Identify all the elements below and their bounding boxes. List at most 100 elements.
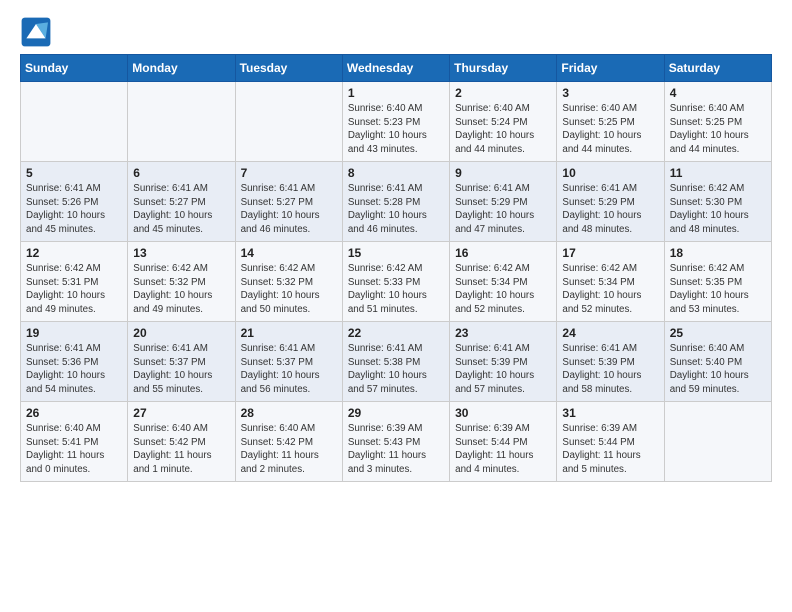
weekday-header-friday: Friday xyxy=(557,55,664,82)
day-number: 25 xyxy=(670,326,766,340)
calendar-cell: 8 Sunrise: 6:41 AM Sunset: 5:28 PM Daylig… xyxy=(342,162,449,242)
day-info: Sunrise: 6:41 AM Sunset: 5:27 PM Dayligh… xyxy=(133,182,229,237)
calendar-cell: 14 Sunrise: 6:42 AM Sunset: 5:32 PM Dayli… xyxy=(235,242,342,322)
day-number: 29 xyxy=(348,406,444,420)
day-number: 7 xyxy=(241,166,337,180)
weekday-row: SundayMondayTuesdayWednesdayThursdayFrid… xyxy=(21,55,772,82)
logo-icon xyxy=(20,16,52,48)
day-info: Sunrise: 6:41 AM Sunset: 5:39 PM Dayligh… xyxy=(455,342,551,397)
calendar-cell: 15 Sunrise: 6:42 AM Sunset: 5:33 PM Dayli… xyxy=(342,242,449,322)
day-number: 12 xyxy=(26,246,122,260)
calendar-cell: 21 Sunrise: 6:41 AM Sunset: 5:37 PM Dayli… xyxy=(235,322,342,402)
day-info: Sunrise: 6:42 AM Sunset: 5:35 PM Dayligh… xyxy=(670,262,766,317)
calendar-cell xyxy=(235,82,342,162)
calendar-week-4: 26 Sunrise: 6:40 AM Sunset: 5:41 PM Dayli… xyxy=(21,402,772,482)
calendar-cell: 5 Sunrise: 6:41 AM Sunset: 5:26 PM Daylig… xyxy=(21,162,128,242)
day-number: 17 xyxy=(562,246,658,260)
calendar-cell: 7 Sunrise: 6:41 AM Sunset: 5:27 PM Daylig… xyxy=(235,162,342,242)
day-number: 19 xyxy=(26,326,122,340)
day-info: Sunrise: 6:41 AM Sunset: 5:29 PM Dayligh… xyxy=(562,182,658,237)
calendar-cell: 23 Sunrise: 6:41 AM Sunset: 5:39 PM Dayli… xyxy=(450,322,557,402)
day-number: 24 xyxy=(562,326,658,340)
calendar-cell: 24 Sunrise: 6:41 AM Sunset: 5:39 PM Dayli… xyxy=(557,322,664,402)
weekday-header-tuesday: Tuesday xyxy=(235,55,342,82)
day-number: 27 xyxy=(133,406,229,420)
day-number: 11 xyxy=(670,166,766,180)
calendar-week-2: 12Sunrise: 6:42 AM Sunset: 5:31 PM Dayli… xyxy=(21,242,772,322)
day-number: 26 xyxy=(26,406,122,420)
day-number: 28 xyxy=(241,406,337,420)
calendar-cell: 31Sunrise: 6:39 AM Sunset: 5:44 PM Dayli… xyxy=(557,402,664,482)
day-info: Sunrise: 6:41 AM Sunset: 5:37 PM Dayligh… xyxy=(241,342,337,397)
calendar-cell: 28Sunrise: 6:40 AM Sunset: 5:42 PM Dayli… xyxy=(235,402,342,482)
day-info: Sunrise: 6:40 AM Sunset: 5:40 PM Dayligh… xyxy=(670,342,766,397)
weekday-header-wednesday: Wednesday xyxy=(342,55,449,82)
calendar-cell: 17 Sunrise: 6:42 AM Sunset: 5:34 PM Dayli… xyxy=(557,242,664,322)
weekday-header-thursday: Thursday xyxy=(450,55,557,82)
day-info: Sunrise: 6:40 AM Sunset: 5:41 PM Dayligh… xyxy=(26,422,122,477)
day-info: Sunrise: 6:42 AM Sunset: 5:32 PM Dayligh… xyxy=(133,262,229,317)
calendar-cell: 9Sunrise: 6:41 AM Sunset: 5:29 PM Daylig… xyxy=(450,162,557,242)
day-number: 15 xyxy=(348,246,444,260)
day-info: Sunrise: 6:41 AM Sunset: 5:37 PM Dayligh… xyxy=(133,342,229,397)
calendar-cell: 11 Sunrise: 6:42 AM Sunset: 5:30 PM Dayli… xyxy=(664,162,771,242)
day-number: 23 xyxy=(455,326,551,340)
calendar-header: SundayMondayTuesdayWednesdayThursdayFrid… xyxy=(21,55,772,82)
calendar-cell: 12Sunrise: 6:42 AM Sunset: 5:31 PM Dayli… xyxy=(21,242,128,322)
day-number: 6 xyxy=(133,166,229,180)
day-number: 1 xyxy=(348,86,444,100)
calendar-body: 1Sunrise: 6:40 AM Sunset: 5:23 PM Daylig… xyxy=(21,82,772,482)
calendar-cell: 20 Sunrise: 6:41 AM Sunset: 5:37 PM Dayli… xyxy=(128,322,235,402)
day-number: 16 xyxy=(455,246,551,260)
calendar-cell: 4 Sunrise: 6:40 AM Sunset: 5:25 PM Daylig… xyxy=(664,82,771,162)
calendar-cell: 13 Sunrise: 6:42 AM Sunset: 5:32 PM Dayli… xyxy=(128,242,235,322)
weekday-header-saturday: Saturday xyxy=(664,55,771,82)
day-info: Sunrise: 6:40 AM Sunset: 5:24 PM Dayligh… xyxy=(455,102,551,157)
day-number: 2 xyxy=(455,86,551,100)
calendar-week-0: 1Sunrise: 6:40 AM Sunset: 5:23 PM Daylig… xyxy=(21,82,772,162)
header xyxy=(20,16,772,48)
day-info: Sunrise: 6:41 AM Sunset: 5:38 PM Dayligh… xyxy=(348,342,444,397)
day-number: 4 xyxy=(670,86,766,100)
day-info: Sunrise: 6:39 AM Sunset: 5:44 PM Dayligh… xyxy=(562,422,658,477)
day-info: Sunrise: 6:40 AM Sunset: 5:25 PM Dayligh… xyxy=(562,102,658,157)
calendar-week-1: 5 Sunrise: 6:41 AM Sunset: 5:26 PM Daylig… xyxy=(21,162,772,242)
calendar-cell: 27Sunrise: 6:40 AM Sunset: 5:42 PM Dayli… xyxy=(128,402,235,482)
day-number: 18 xyxy=(670,246,766,260)
calendar-cell xyxy=(21,82,128,162)
day-number: 20 xyxy=(133,326,229,340)
logo xyxy=(20,16,56,48)
day-info: Sunrise: 6:41 AM Sunset: 5:26 PM Dayligh… xyxy=(26,182,122,237)
day-info: Sunrise: 6:40 AM Sunset: 5:25 PM Dayligh… xyxy=(670,102,766,157)
weekday-header-sunday: Sunday xyxy=(21,55,128,82)
calendar-cell: 30Sunrise: 6:39 AM Sunset: 5:44 PM Dayli… xyxy=(450,402,557,482)
day-number: 13 xyxy=(133,246,229,260)
day-info: Sunrise: 6:41 AM Sunset: 5:36 PM Dayligh… xyxy=(26,342,122,397)
day-info: Sunrise: 6:42 AM Sunset: 5:34 PM Dayligh… xyxy=(562,262,658,317)
calendar-cell: 26 Sunrise: 6:40 AM Sunset: 5:41 PM Dayli… xyxy=(21,402,128,482)
calendar-cell: 22 Sunrise: 6:41 AM Sunset: 5:38 PM Dayli… xyxy=(342,322,449,402)
day-info: Sunrise: 6:41 AM Sunset: 5:28 PM Dayligh… xyxy=(348,182,444,237)
day-number: 22 xyxy=(348,326,444,340)
day-info: Sunrise: 6:41 AM Sunset: 5:39 PM Dayligh… xyxy=(562,342,658,397)
day-info: Sunrise: 6:42 AM Sunset: 5:34 PM Dayligh… xyxy=(455,262,551,317)
day-info: Sunrise: 6:42 AM Sunset: 5:30 PM Dayligh… xyxy=(670,182,766,237)
day-info: Sunrise: 6:41 AM Sunset: 5:27 PM Dayligh… xyxy=(241,182,337,237)
calendar-cell: 19 Sunrise: 6:41 AM Sunset: 5:36 PM Dayli… xyxy=(21,322,128,402)
day-number: 14 xyxy=(241,246,337,260)
day-number: 10 xyxy=(562,166,658,180)
weekday-header-monday: Monday xyxy=(128,55,235,82)
day-number: 5 xyxy=(26,166,122,180)
calendar-cell xyxy=(664,402,771,482)
calendar-week-3: 19 Sunrise: 6:41 AM Sunset: 5:36 PM Dayli… xyxy=(21,322,772,402)
calendar-table: SundayMondayTuesdayWednesdayThursdayFrid… xyxy=(20,54,772,482)
day-info: Sunrise: 6:42 AM Sunset: 5:32 PM Dayligh… xyxy=(241,262,337,317)
calendar-cell: 25 Sunrise: 6:40 AM Sunset: 5:40 PM Dayli… xyxy=(664,322,771,402)
day-number: 30 xyxy=(455,406,551,420)
day-number: 21 xyxy=(241,326,337,340)
day-number: 8 xyxy=(348,166,444,180)
day-info: Sunrise: 6:41 AM Sunset: 5:29 PM Dayligh… xyxy=(455,182,551,237)
day-info: Sunrise: 6:39 AM Sunset: 5:43 PM Dayligh… xyxy=(348,422,444,477)
calendar-cell: 3Sunrise: 6:40 AM Sunset: 5:25 PM Daylig… xyxy=(557,82,664,162)
day-info: Sunrise: 6:42 AM Sunset: 5:33 PM Dayligh… xyxy=(348,262,444,317)
